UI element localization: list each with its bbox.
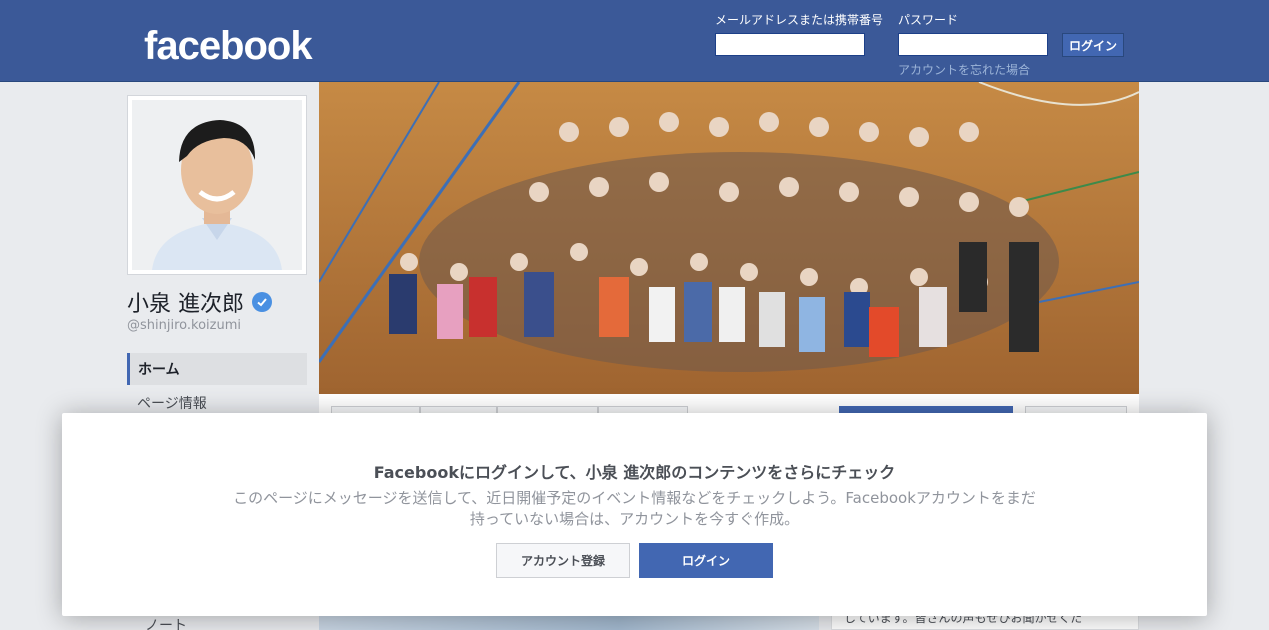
page-name-text[interactable]: 小泉 進次郎 (127, 286, 244, 318)
nav-item-about[interactable]: ページ情報 (137, 393, 207, 413)
person-photo-icon (132, 100, 302, 270)
nav-item-notes[interactable]: ノート (145, 615, 187, 630)
dialog-login-button[interactable]: ログイン (639, 543, 773, 578)
login-prompt-dialog: Facebookにログインして、小泉 進次郎のコンテンツをさらにチェック このペ… (62, 413, 1207, 616)
dialog-title: Facebookにログインして、小泉 進次郎のコンテンツをさらにチェック (373, 463, 896, 482)
forgot-account-link[interactable]: アカウントを忘れた場合 (898, 61, 1030, 78)
profile-photo (132, 100, 302, 270)
page-handle[interactable]: @shinjiro.koizumi (127, 318, 241, 333)
create-account-button[interactable]: アカウント登録 (496, 543, 630, 578)
group-photo-icon (319, 82, 1139, 394)
top-bar: facebook メールアドレスまたは携帯番号 パスワード ログイン アカウント… (0, 0, 1269, 82)
facebook-logo[interactable]: facebook (144, 26, 313, 66)
verified-badge-icon (252, 292, 272, 312)
header-login-button[interactable]: ログイン (1062, 33, 1124, 57)
dialog-body: このページにメッセージを送信して、近日開催予定のイベント情報などをチェックしよう… (233, 489, 1036, 528)
password-label: パスワード (898, 13, 959, 27)
password-input[interactable] (898, 33, 1048, 56)
profile-picture[interactable] (127, 95, 307, 275)
cover-photo[interactable] (319, 82, 1139, 394)
email-input[interactable] (715, 33, 865, 56)
nav-item-home[interactable]: ホーム (127, 353, 307, 385)
email-label: メールアドレスまたは携帯番号 (715, 13, 884, 27)
page-name: 小泉 進次郎 (127, 286, 272, 318)
